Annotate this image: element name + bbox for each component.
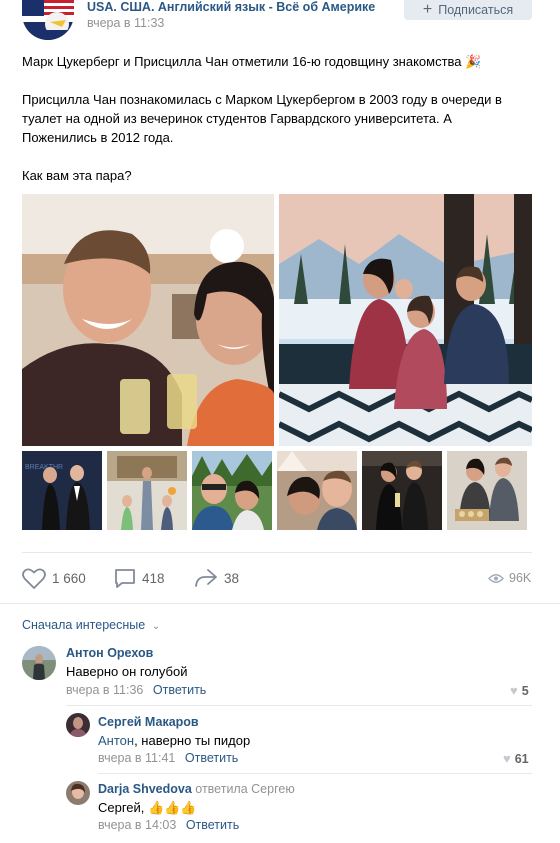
share-button[interactable]: 38 [194, 568, 239, 588]
reply-button[interactable]: Ответить [186, 818, 239, 832]
heart-icon: ♥ [510, 683, 518, 698]
avatar[interactable] [66, 713, 90, 737]
subscribe-label: Подписаться [438, 3, 514, 17]
photo-selfie[interactable] [22, 194, 274, 446]
thumb-photo-2[interactable] [107, 451, 187, 530]
thumb-photo-5[interactable] [362, 451, 442, 530]
comment-time[interactable]: вчера в 14:03 [98, 818, 176, 832]
photo-family[interactable] [279, 194, 532, 446]
avatar[interactable] [66, 781, 90, 805]
comments-sort-dropdown[interactable]: Сначала интересные ⌄ [22, 618, 160, 632]
comment-likes: 5 [521, 683, 529, 698]
comment-author[interactable]: Darja Shvedova [98, 782, 192, 796]
comment-separator [98, 773, 532, 774]
comment-mention: Сергей [98, 800, 141, 815]
comment-author[interactable]: Сергей Макаров [98, 715, 199, 729]
group-name[interactable]: USA. США. Английский язык - Всё об Амери… [87, 0, 375, 14]
comment-button[interactable]: 418 [114, 568, 165, 589]
comments-count: 418 [142, 571, 165, 586]
post-paragraph-line-1: Присцилла Чан познакомилась с Марком Цук… [22, 92, 502, 107]
comment-meta: вчера в 11:41 Ответить [98, 751, 238, 765]
comment-like-button[interactable]: ♥ 61 [503, 751, 529, 766]
thumb-photo-4[interactable] [277, 451, 357, 530]
post-question: Как вам эта пара? [22, 168, 132, 183]
comment-meta: вчера в 14:03 Ответить [98, 818, 239, 832]
post-headline: Марк Цукерберг и Присцилла Чан отметили … [22, 54, 482, 69]
comment-body: , наверно ты пидор [134, 733, 251, 748]
comment-text: Сергей, 👍👍👍 [98, 800, 197, 816]
comment-author[interactable]: Антон Орехов [66, 646, 153, 660]
comment-body: , 👍👍👍 [140, 800, 197, 815]
post-separator [22, 552, 532, 553]
heart-icon: ♥ [503, 751, 511, 766]
post-time[interactable]: вчера в 11:33 [87, 16, 164, 30]
comments-sort-label: Сначала интересные [22, 618, 146, 632]
views-count: 96K [509, 571, 532, 585]
comment-header: Darja Shvedova ответила Сергею [98, 782, 295, 796]
eye-icon [488, 573, 504, 583]
views-counter: 96K [488, 571, 531, 585]
share-icon [195, 569, 217, 587]
reply-button[interactable]: Ответить [185, 751, 238, 765]
replied-to[interactable]: ответила Сергею [195, 782, 294, 796]
heart-icon [22, 568, 46, 589]
comment-separator [66, 705, 532, 706]
comment-time[interactable]: вчера в 11:41 [98, 751, 175, 765]
thumb-photo-3[interactable] [192, 451, 272, 530]
post-paragraph-line-3: Поженились в 2012 года. [22, 130, 174, 145]
actions-separator [0, 603, 560, 604]
comment-text: Наверно он голубой [66, 664, 188, 679]
comment-text: Антон, наверно ты пидор [98, 733, 250, 748]
thumb-photo-6[interactable] [447, 451, 527, 530]
comment-likes: 61 [514, 751, 529, 766]
comment-like-button[interactable]: ♥ 5 [510, 683, 529, 698]
comment-meta: вчера в 11:36 Ответить [66, 683, 206, 697]
subscribe-button[interactable]: + Подписаться [404, 0, 532, 20]
post-paragraph-line-2: туалет на одной из вечеринок студентов Г… [22, 111, 452, 126]
mention-link[interactable]: Антон [98, 733, 134, 748]
avatar[interactable] [22, 646, 56, 680]
likes-count: 1 660 [52, 571, 86, 586]
thumb-photo-1[interactable]: BREAKTHR [22, 451, 102, 530]
shares-count: 38 [224, 570, 240, 586]
plus-icon: + [422, 1, 433, 18]
chevron-down-icon: ⌄ [151, 621, 161, 632]
like-button[interactable]: 1 660 [22, 568, 86, 589]
group-avatar[interactable] [22, 0, 74, 40]
reply-button[interactable]: Ответить [153, 683, 206, 697]
svg-text:BREAKTHR: BREAKTHR [25, 464, 63, 471]
comment-icon [115, 569, 135, 588]
comment-time[interactable]: вчера в 11:36 [66, 683, 143, 697]
